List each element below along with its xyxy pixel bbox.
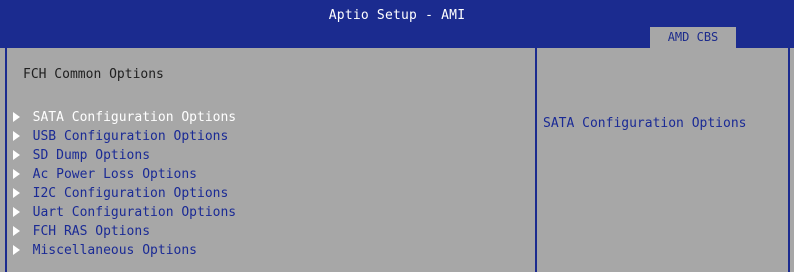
- triangle-right-icon: [13, 112, 20, 122]
- menu-item-ac-power-loss[interactable]: Ac Power Loss Options: [13, 163, 236, 182]
- section-title: FCH Common Options: [23, 67, 164, 82]
- main-panel: FCH Common Options SATA Configuration Op…: [5, 48, 790, 272]
- tab-amd-cbs[interactable]: AMD CBS: [650, 27, 736, 48]
- triangle-right-icon: [13, 169, 20, 179]
- triangle-right-icon: [13, 131, 20, 141]
- menu-item-label: Miscellaneous Options: [32, 243, 198, 258]
- menu-item-label: FCH RAS Options: [32, 224, 151, 239]
- menu-item-uart-configuration[interactable]: Uart Configuration Options: [13, 201, 236, 220]
- panel-divider: [535, 48, 537, 272]
- menu-item-miscellaneous[interactable]: Miscellaneous Options: [13, 239, 236, 258]
- help-text: SATA Configuration Options: [543, 116, 747, 131]
- options-menu: SATA Configuration Options USB Configura…: [13, 106, 236, 258]
- menu-item-usb-configuration[interactable]: USB Configuration Options: [13, 125, 236, 144]
- menu-item-label: SD Dump Options: [32, 148, 151, 163]
- app-title: Aptio Setup - AMI: [328, 8, 466, 23]
- triangle-right-icon: [13, 226, 20, 236]
- top-bar: Aptio Setup - AMI AMD CBS: [0, 0, 794, 48]
- menu-item-sd-dump[interactable]: SD Dump Options: [13, 144, 236, 163]
- triangle-right-icon: [13, 188, 20, 198]
- triangle-right-icon: [13, 150, 20, 160]
- triangle-right-icon: [13, 207, 20, 217]
- menu-item-label: Uart Configuration Options: [32, 205, 237, 220]
- menu-item-fch-ras[interactable]: FCH RAS Options: [13, 220, 236, 239]
- menu-item-label: I2C Configuration Options: [32, 186, 229, 201]
- menu-item-label: USB Configuration Options: [32, 129, 229, 144]
- triangle-right-icon: [13, 245, 20, 255]
- menu-item-label: Ac Power Loss Options: [32, 167, 198, 182]
- menu-item-i2c-configuration[interactable]: I2C Configuration Options: [13, 182, 236, 201]
- menu-item-label: SATA Configuration Options: [32, 110, 237, 125]
- bios-screen: Aptio Setup - AMI AMD CBS FCH Common Opt…: [0, 0, 794, 272]
- menu-item-sata-configuration[interactable]: SATA Configuration Options: [13, 106, 236, 125]
